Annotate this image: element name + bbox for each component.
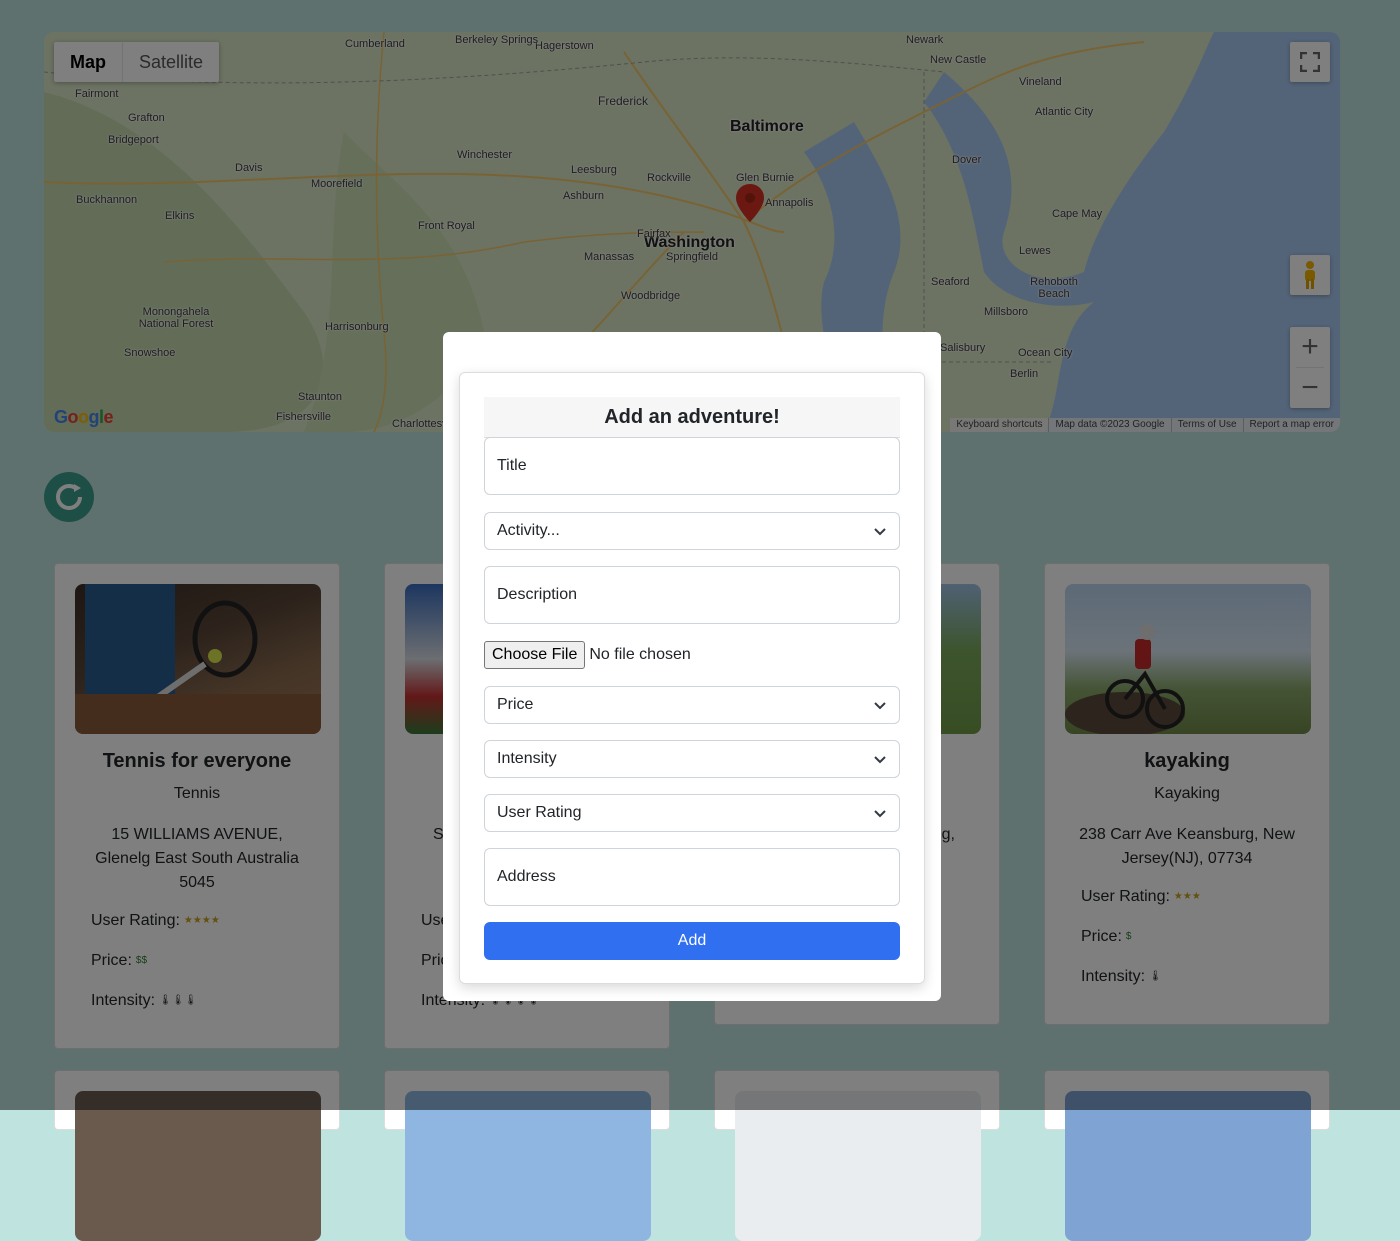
form-heading: Add an adventure! (484, 397, 900, 438)
add-button[interactable]: Add (484, 922, 900, 960)
activity-select[interactable]: Activity... (484, 512, 900, 550)
price-select-value: Price (497, 696, 534, 713)
price-select[interactable]: Price (484, 686, 900, 724)
user-rating-select-value: User Rating (497, 804, 582, 821)
card-image (75, 1091, 321, 1241)
chevron-down-icon (874, 528, 886, 536)
user-rating-select[interactable]: User Rating (484, 794, 900, 832)
address-input[interactable] (484, 848, 900, 906)
card-image (1065, 1091, 1311, 1241)
title-input[interactable] (484, 437, 900, 495)
card-image (405, 1091, 651, 1241)
activity-select-value: Activity... (497, 522, 560, 539)
chevron-down-icon (874, 810, 886, 818)
chevron-down-icon (874, 756, 886, 764)
add-adventure-form: Add an adventure! Activity... Choose Fil… (459, 372, 925, 984)
chevron-down-icon (874, 702, 886, 710)
intensity-select-value: Intensity (497, 750, 557, 767)
add-adventure-modal: Add an adventure! Activity... Choose Fil… (443, 332, 941, 1001)
intensity-select[interactable]: Intensity (484, 740, 900, 778)
choose-file-button[interactable]: Choose File (484, 641, 586, 669)
image-file-input: Choose File No file chosen (484, 641, 691, 669)
file-status: No file chosen (589, 646, 691, 663)
description-input[interactable] (484, 566, 900, 624)
card-image (735, 1091, 981, 1241)
